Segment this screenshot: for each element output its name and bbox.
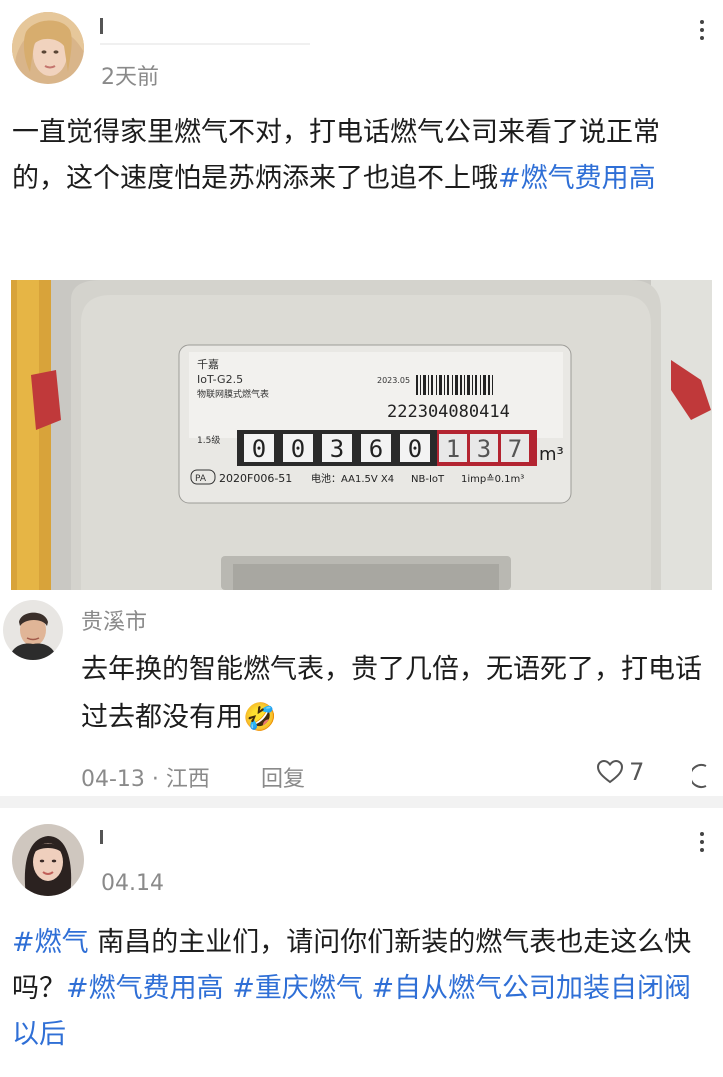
post-text: #燃气 南昌的主业们，请问你们新装的燃气表也走这么快吗？#燃气费用高 #重庆燃气… bbox=[12, 920, 705, 1058]
gas-meter-image: 千嘉 IoT-G2.5 物联网膜式燃气表 2023.05 22230408041… bbox=[11, 280, 712, 590]
more-options-icon[interactable] bbox=[699, 832, 705, 856]
comment-meta: 04-13 · 江西 bbox=[81, 767, 210, 792]
meter-digit: 0 bbox=[408, 435, 422, 463]
meter-digit-red: 3 bbox=[477, 435, 491, 463]
meter-date: 2023.05 bbox=[377, 376, 410, 385]
post-time: 2天前 bbox=[101, 65, 159, 90]
meter-digit-red: 7 bbox=[508, 435, 522, 463]
comment-card: 贵溪市 去年换的智能燃气表，贵了几倍，无语死了，打电话过去都没有用🤣 04-13… bbox=[0, 590, 723, 796]
meter-impulse: 1imp≙0.1m³ bbox=[461, 473, 524, 485]
hashtag-link[interactable]: #重庆燃气 bbox=[232, 973, 363, 1004]
commenter-avatar[interactable] bbox=[3, 600, 63, 660]
meter-network: NB-IoT bbox=[411, 474, 445, 485]
meter-brand: 千嘉 bbox=[197, 357, 219, 371]
avatar[interactable] bbox=[12, 12, 84, 84]
meter-digit: 0 bbox=[252, 435, 266, 463]
comment-bubble-icon[interactable] bbox=[692, 762, 708, 790]
meter-license: 2020F006-51 bbox=[219, 472, 292, 485]
meter-name: 物联网膜式燃气表 bbox=[197, 388, 269, 400]
svg-text:PA: PA bbox=[195, 474, 207, 484]
more-options-icon[interactable] bbox=[699, 20, 705, 44]
meter-digit: 0 bbox=[291, 435, 305, 463]
gas-meter-photo[interactable]: 千嘉 IoT-G2.5 物联网膜式燃气表 2023.05 22230408041… bbox=[11, 280, 712, 590]
hashtag-link[interactable]: #燃气费用高 bbox=[498, 163, 656, 194]
hashtag-link[interactable]: #燃气 bbox=[12, 927, 89, 958]
meter-grade: 1.5级 bbox=[197, 434, 220, 446]
reply-button[interactable]: 回复 bbox=[261, 761, 305, 793]
meter-digit: 3 bbox=[330, 435, 344, 463]
username-redacted[interactable] bbox=[100, 18, 310, 46]
post-time: 04.14 bbox=[101, 871, 164, 896]
comment-text: 去年换的智能燃气表，贵了几倍，无语死了，打电话过去都没有用🤣 bbox=[81, 646, 711, 742]
like-button[interactable]: 7 bbox=[596, 758, 644, 788]
meter-digit-red: 1 bbox=[446, 435, 460, 463]
laughing-emoji-icon: 🤣 bbox=[243, 702, 277, 733]
like-count: 7 bbox=[629, 758, 645, 786]
commenter-location[interactable]: 贵溪市 bbox=[81, 604, 147, 636]
meter-model: IoT-G2.5 bbox=[197, 373, 243, 386]
meter-battery: 电池：AA1.5V X4 bbox=[311, 472, 394, 485]
heart-icon bbox=[596, 759, 624, 784]
comment-body: 去年换的智能燃气表，贵了几倍，无语死了，打电话过去都没有用 bbox=[81, 654, 702, 733]
username-redacted[interactable] bbox=[100, 830, 106, 844]
meter-serial: 222304080414 bbox=[387, 402, 510, 422]
hashtag-link[interactable]: #燃气费用高 bbox=[66, 973, 224, 1004]
meter-digit: 6 bbox=[369, 435, 383, 463]
avatar[interactable] bbox=[12, 824, 84, 896]
post-text: 一直觉得家里燃气不对，打电话燃气公司来看了说正常的，这个速度怕是苏炳添来了也追不… bbox=[12, 110, 705, 202]
meter-unit: m³ bbox=[539, 444, 564, 465]
section-divider bbox=[0, 796, 723, 808]
